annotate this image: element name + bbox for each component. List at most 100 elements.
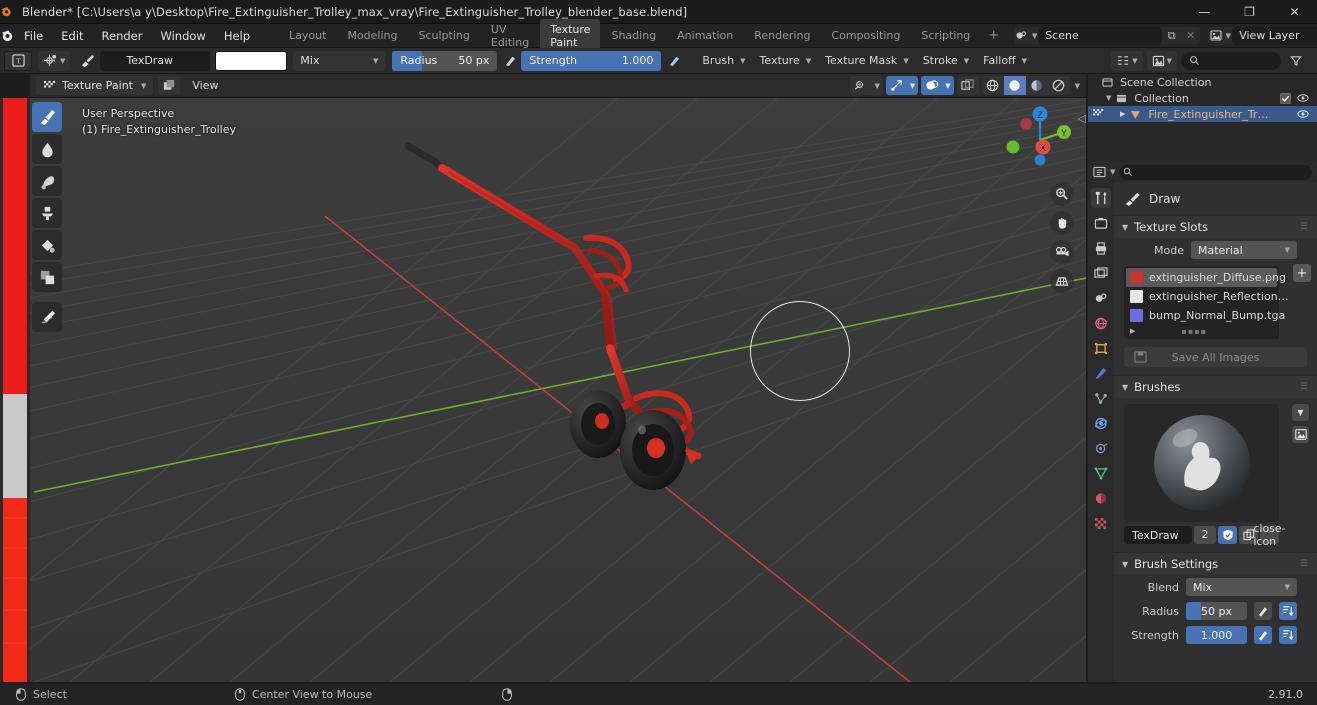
tab-modeling[interactable]: Modeling — [337, 25, 407, 46]
pressure-icon[interactable] — [1254, 626, 1272, 644]
texture-slot-row[interactable]: extinguisher_Diffuse.png — [1126, 268, 1286, 287]
texture-slots-panel-header[interactable]: ▼ Texture Slots ☰ — [1114, 215, 1317, 238]
menu-help[interactable]: Help — [215, 26, 259, 46]
tab-animation[interactable]: Animation — [667, 25, 743, 46]
brush-name-field[interactable]: TexDraw — [100, 50, 211, 71]
visibility-eye-icon[interactable] — [1297, 93, 1309, 104]
brush-settings-panel-header[interactable]: ▼ Brush Settings ☰ — [1114, 552, 1317, 575]
brush-preview[interactable] — [1124, 404, 1279, 522]
menu-window[interactable]: Window — [151, 26, 214, 46]
texture-paint-editor-icon[interactable]: T — [4, 50, 32, 71]
zoom-nav-icon[interactable] — [1050, 182, 1074, 206]
texture-slot-mode-select[interactable]: Material ▼ — [1191, 241, 1297, 259]
chevron-right-icon[interactable]: ▶ — [1120, 110, 1125, 118]
physics-tab[interactable] — [1091, 413, 1111, 433]
blend-mode-select[interactable]: Mix ▼ — [293, 50, 386, 71]
solid-shading-icon[interactable] — [1003, 76, 1026, 95]
object-data-tab[interactable] — [1091, 463, 1111, 483]
visibility-icon[interactable] — [850, 76, 872, 95]
draw-tool-icon[interactable] — [32, 102, 62, 132]
close-icon[interactable]: close-icon — [1253, 522, 1285, 548]
blender-menu-icon[interactable] — [0, 28, 15, 43]
add-workspace-button[interactable]: + — [981, 28, 1006, 43]
shield-icon[interactable] — [1218, 526, 1237, 544]
gizmo-icon[interactable] — [886, 76, 908, 95]
list-resize-grip[interactable]: ▪▪▪▪ — [1181, 327, 1207, 336]
outliner-row-collection[interactable]: ▼ Collection — [1088, 90, 1317, 106]
navigation-gizmo[interactable]: Y Z X — [1002, 102, 1078, 178]
outliner-filter-icon[interactable]: ▼ — [1111, 50, 1143, 71]
output-tab[interactable] — [1091, 238, 1111, 258]
minimize-button[interactable]: — — [1182, 0, 1227, 24]
gizmo-popover[interactable]: ▼ — [885, 76, 919, 95]
chevron-down-icon[interactable]: ▼ — [1106, 94, 1111, 102]
funnel-icon[interactable] — [1286, 51, 1306, 71]
unified-settings-icon[interactable] — [1279, 626, 1297, 644]
scene-name-field[interactable]: Scene — [1038, 26, 1163, 45]
radius-slider[interactable]: Radius 50 px — [392, 50, 498, 71]
menu-texture[interactable]: Texture ▼ — [753, 51, 819, 70]
outliner-editor[interactable]: Scene Collection ▼ Collection ▶ Fire_Ext… — [1088, 74, 1317, 162]
scene-tab[interactable] — [1091, 288, 1111, 308]
maximize-button[interactable]: ❐ — [1227, 0, 1272, 24]
sidebar-toggle-arrow[interactable]: ◁ — [1078, 112, 1086, 125]
tool-tab[interactable] — [1091, 188, 1111, 208]
menu-edit[interactable]: Edit — [52, 26, 92, 46]
tab-rendering[interactable]: Rendering — [744, 25, 820, 46]
texture-slot-row[interactable]: extinguisher_Reflection… — [1126, 287, 1289, 306]
chevron-right-icon[interactable]: ▶ — [1130, 327, 1135, 335]
pan-nav-icon[interactable] — [1050, 211, 1074, 235]
menu-render[interactable]: Render — [93, 26, 152, 46]
soften-tool-icon[interactable] — [32, 134, 62, 164]
unlink-scene-button[interactable]: ✕ — [1181, 27, 1200, 45]
chevron-down-icon[interactable]: ▼ — [1292, 404, 1309, 421]
collection-checkbox[interactable] — [1280, 92, 1291, 104]
object-tab[interactable] — [1091, 338, 1111, 358]
image-editor-sliver[interactable] — [0, 98, 30, 682]
tab-shading[interactable]: Shading — [601, 25, 666, 46]
close-button[interactable]: ✕ — [1272, 0, 1317, 24]
unified-settings-icon[interactable] — [1279, 602, 1297, 620]
viewport-view-menu[interactable]: View — [184, 76, 226, 95]
save-all-images-button[interactable]: Save All Images — [1124, 347, 1307, 367]
overlays-popover[interactable]: ▼ — [921, 76, 954, 95]
tab-sculpting[interactable]: Sculpting — [409, 25, 480, 46]
paint-slot-icon[interactable] — [158, 76, 181, 95]
strength-slider[interactable]: 1.000 — [1186, 626, 1247, 644]
annotate-tool-icon[interactable] — [32, 302, 62, 332]
world-tab[interactable] — [1091, 313, 1111, 333]
strength-pressure-icon[interactable] — [664, 51, 684, 71]
material-preview-shading-icon[interactable] — [1026, 76, 1048, 95]
menu-file[interactable]: File — [15, 26, 52, 46]
strength-slider[interactable]: Strength 1.000 — [521, 50, 662, 71]
particles-tab[interactable] — [1091, 388, 1111, 408]
xray-icon[interactable] — [956, 76, 979, 95]
blend-select[interactable]: Mix ▼ — [1186, 578, 1297, 596]
scene-icon[interactable]: ▼ — [1014, 30, 1038, 41]
brush-name-field[interactable]: TexDraw — [1124, 526, 1192, 544]
image-preview-icon[interactable] — [1292, 426, 1309, 443]
texture-slot-list[interactable]: extinguisher_Diffuse.png extinguisher_Re… — [1124, 266, 1289, 339]
outliner-search-input[interactable] — [1181, 51, 1281, 70]
add-texture-slot-button[interactable]: + — [1293, 264, 1311, 282]
texture-tab[interactable] — [1091, 513, 1111, 533]
new-scene-button[interactable]: ⧉ — [1162, 27, 1181, 45]
pressure-icon[interactable] — [1254, 602, 1272, 620]
wireframe-shading-icon[interactable] — [982, 76, 1004, 95]
view-layer-tab[interactable] — [1091, 263, 1111, 283]
camera-nav-icon[interactable] — [1050, 240, 1074, 264]
material-tab[interactable] — [1091, 488, 1111, 508]
smear-tool-icon[interactable] — [32, 166, 62, 196]
mask-tool-icon[interactable] — [32, 262, 62, 292]
fire-extinguisher-trolley-model[interactable] — [30, 98, 1086, 682]
view-layer-name-field[interactable]: View Layer — [1232, 26, 1317, 45]
tab-layout[interactable]: Layout — [279, 25, 336, 46]
texture-slot-row[interactable]: bump_Normal_Bump.tga — [1126, 306, 1285, 325]
properties-search-input[interactable] — [1119, 164, 1312, 180]
tab-scripting[interactable]: Scripting — [911, 25, 980, 46]
modifiers-tab[interactable] — [1091, 363, 1111, 383]
constraints-tab[interactable] — [1091, 438, 1111, 458]
menu-falloff[interactable]: Falloff ▼ — [976, 51, 1034, 70]
interaction-mode-select[interactable]: Texture Paint ▼ — [36, 76, 154, 95]
brush-color-swatch[interactable] — [215, 50, 288, 71]
